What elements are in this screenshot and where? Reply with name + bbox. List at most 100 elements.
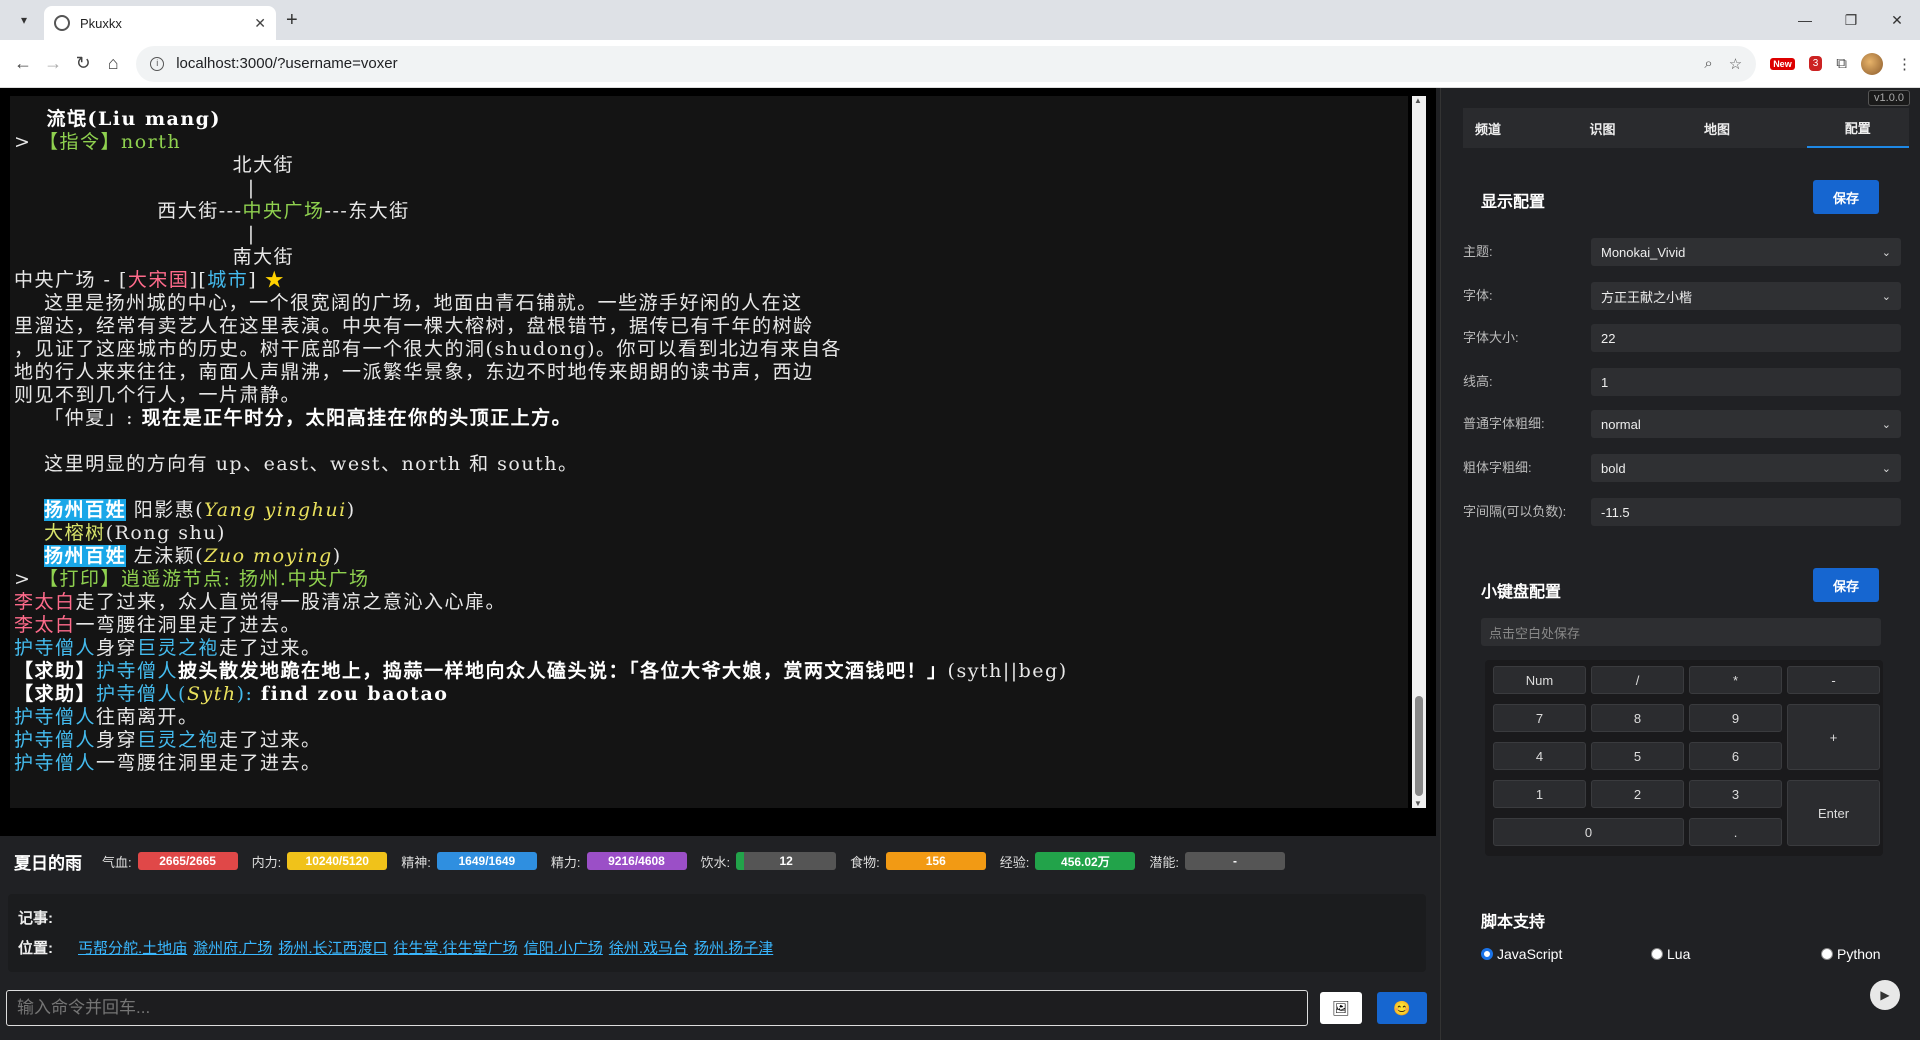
location-link[interactable]: 扬州.长江西渡口 <box>278 937 387 958</box>
config-select[interactable]: normal ⌄ <box>1591 410 1901 438</box>
keypad-key[interactable]: Enter <box>1787 780 1880 846</box>
keypad-hint-input[interactable]: 点击空白处保存 <box>1481 618 1881 646</box>
terminal-text: ---东大街 <box>324 200 410 222</box>
terminal-line <box>14 476 1404 499</box>
terminal-text: 阳影惠( <box>126 499 205 521</box>
config-input[interactable]: 1 <box>1591 368 1901 396</box>
keypad-save-button[interactable]: 保存 <box>1813 568 1879 602</box>
keypad-key[interactable]: * <box>1689 666 1782 694</box>
address-bar[interactable]: i localhost:3000/?username=voxer ⌕ ☆ <box>136 45 1757 82</box>
terminal-line: 扬州百姓 阳影惠(Yang yinghui) <box>14 499 1404 522</box>
profile-avatar[interactable] <box>1860 52 1883 75</box>
terminal-output: 流氓(Liu mang) > 【指令】north 北大街 | 西大街---中央广场… <box>10 96 1408 808</box>
mud-client: 流氓(Liu mang) > 【指令】north 北大街 | 西大街---中央广场… <box>0 88 1920 1040</box>
minimize-button[interactable]: — <box>1782 0 1828 40</box>
image-button[interactable]: 🖼 <box>1320 992 1362 1024</box>
config-select[interactable]: Monokai_Vivid ⌄ <box>1591 238 1901 266</box>
scroll-down-icon[interactable]: ▼ <box>1414 799 1422 808</box>
terminal-text: 这里是扬州城的中心，一个很宽阔的广场，地面由青石铺就。一些游手好闲的人在这 <box>14 292 803 314</box>
stat-value-bar: 456.02万 <box>1035 852 1136 870</box>
browser-menu-icon[interactable]: ⋮ <box>1897 55 1912 73</box>
config-input[interactable]: 22 <box>1591 324 1901 352</box>
player-name: 夏日的雨 <box>14 853 82 873</box>
scrollbar-thumb[interactable] <box>1415 696 1423 796</box>
keypad-key[interactable]: 6 <box>1689 742 1782 770</box>
location-link[interactable]: 丐帮分舵.土地庙 <box>78 937 187 958</box>
reload-button[interactable]: ↻ <box>68 47 98 81</box>
keypad-key[interactable]: . <box>1689 818 1782 846</box>
tab-map[interactable]: 地图 <box>1692 108 1807 148</box>
radio-icon[interactable] <box>1821 948 1833 960</box>
keypad-key[interactable]: 2 <box>1591 780 1684 808</box>
emoji-button[interactable]: 😊 <box>1377 992 1427 1024</box>
terminal-line: 李太白走了过来，众人直觉得一股清凉之意沁入心扉。 <box>14 591 1404 614</box>
terminal-line: 护寺僧人身穿巨灵之袍走了过来。 <box>14 729 1404 752</box>
location-link[interactable]: 信阳.小广场 <box>524 937 603 958</box>
stat-label: 精力: <box>550 854 581 870</box>
scroll-up-icon[interactable]: ▲ <box>1414 96 1422 105</box>
config-select[interactable]: 方正王献之小楷 ⌄ <box>1591 282 1901 310</box>
location-link[interactable]: 滁州府.广场 <box>193 937 272 958</box>
terminal-text: 护寺僧人 <box>14 729 97 751</box>
extension-new-badge[interactable]: New <box>1770 57 1795 70</box>
command-input[interactable] <box>6 990 1308 1026</box>
script-radio-option[interactable]: JavaScript <box>1481 946 1611 962</box>
side-tabs: 频道 识图 地图 配置 <box>1463 108 1909 148</box>
globe-icon <box>54 15 70 31</box>
site-info-icon[interactable]: i <box>150 56 165 71</box>
stat-item: 精力: 9216/4608 <box>551 852 687 871</box>
config-select[interactable]: bold ⌄ <box>1591 454 1901 482</box>
home-button[interactable]: ⌂ <box>98 47 128 81</box>
display-save-button[interactable]: 保存 <box>1813 180 1879 214</box>
terminal-line: 流氓(Liu mang) <box>14 108 1404 131</box>
forward-button[interactable]: → <box>38 47 68 81</box>
back-button[interactable]: ← <box>8 47 38 81</box>
browser-tab[interactable]: Pkuxkx ✕ <box>44 6 276 40</box>
keypad-key[interactable]: 8 <box>1591 704 1684 732</box>
terminal-line: 「仲夏」: 现在是正午时分，太阳高挂在你的头顶正上方。 <box>14 407 1404 430</box>
terminal-line: 地的行人来来往往，南面人声鼎沸，一派繁华景象，东边不时地传来朗朗的读书声，西边 <box>14 361 1404 384</box>
radio-icon[interactable] <box>1651 948 1663 960</box>
location-link[interactable]: 扬州.扬子津 <box>694 937 773 958</box>
keypad-key[interactable]: - <box>1787 666 1880 694</box>
terminal-line: 扬州百姓 左沫颖(Zuo moying) <box>14 545 1404 568</box>
keypad-key[interactable]: 3 <box>1689 780 1782 808</box>
stat-item: 潜能: - <box>1149 852 1285 871</box>
location-link[interactable]: 往生堂.往生堂广场 <box>394 937 518 958</box>
radio-icon[interactable] <box>1481 948 1493 960</box>
keypad-key[interactable]: 7 <box>1493 704 1586 732</box>
config-value: -11.5 <box>1601 504 1630 520</box>
terminal-text: ★ <box>264 269 286 291</box>
script-radio-option[interactable]: Lua <box>1651 946 1781 962</box>
keypad-key[interactable]: Num <box>1493 666 1586 694</box>
restore-button[interactable]: ❐ <box>1828 0 1874 40</box>
keypad-key[interactable]: 9 <box>1689 704 1782 732</box>
terminal-line: ，见证了这座城市的历史。树干底部有一个很大的洞(shudong)。你可以看到北边… <box>14 338 1404 361</box>
tab-channel[interactable]: 频道 <box>1463 108 1578 148</box>
extensions-puzzle-icon[interactable]: ⧉ <box>1836 55 1847 72</box>
keypad-key[interactable]: / <box>1591 666 1684 694</box>
keypad-key[interactable]: 1 <box>1493 780 1586 808</box>
keypad-key[interactable]: 0 <box>1493 818 1684 846</box>
extension-count-badge[interactable]: 3 <box>1808 56 1823 71</box>
terminal-scrollbar[interactable]: ▲ ▼ <box>1412 96 1426 808</box>
radio-label: Lua <box>1667 946 1691 962</box>
tab-image-recognition[interactable]: 识图 <box>1578 108 1693 148</box>
window-close-button[interactable]: ✕ <box>1874 0 1920 40</box>
keypad-key[interactable]: 5 <box>1591 742 1684 770</box>
terminal-text: (syth||beg) <box>947 660 1068 682</box>
keypad-key[interactable]: 4 <box>1493 742 1586 770</box>
bookmark-star-icon[interactable]: ☆ <box>1729 55 1742 73</box>
script-radio-option[interactable]: Python <box>1821 946 1920 962</box>
new-tab-button[interactable]: + <box>286 9 298 32</box>
zoom-icon[interactable]: ⌕ <box>1704 55 1712 72</box>
location-link[interactable]: 徐州.戏马台 <box>609 937 688 958</box>
terminal-line: > 【打印】逍遥游节点: 扬州.中央广场 <box>14 568 1404 591</box>
close-tab-icon[interactable]: ✕ <box>254 15 266 32</box>
tab-settings[interactable]: 配置 <box>1806 108 1909 148</box>
play-button[interactable]: ▶ <box>1870 980 1900 1010</box>
tab-search-menu[interactable]: ▾ <box>10 6 38 34</box>
keypad-key[interactable]: + <box>1787 704 1880 770</box>
config-input[interactable]: -11.5 <box>1591 498 1901 526</box>
